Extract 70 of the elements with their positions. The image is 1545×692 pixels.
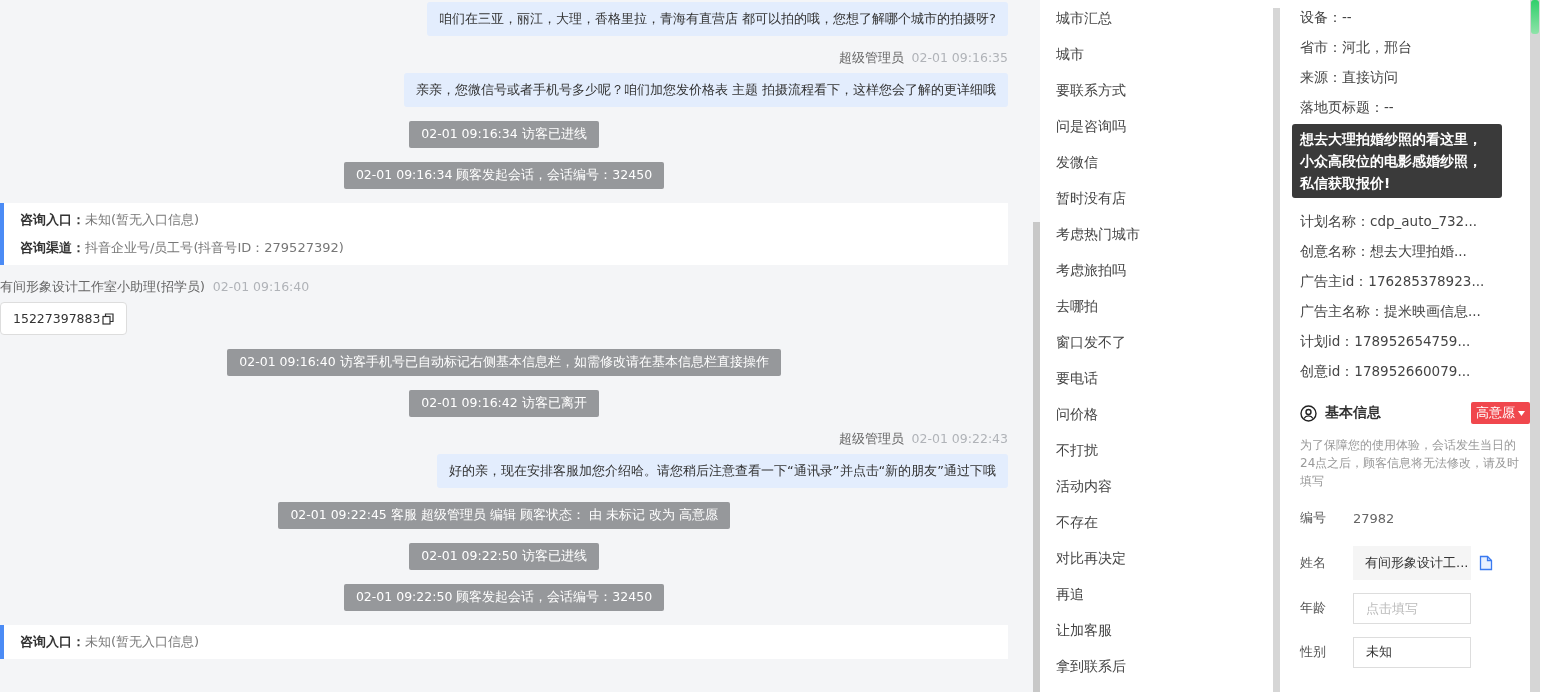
sender-name: 有间形象设计工作室小助理(招学员) (0, 279, 205, 296)
message-time: 02-01 09:22:43 (911, 431, 1008, 448)
quick-reply-item[interactable]: 要联系方式 (1056, 72, 1264, 108)
info-label: 咨询渠道： (20, 240, 85, 255)
quick-reply-item[interactable]: 对比再决定 (1056, 540, 1264, 576)
sender-name: 超级管理员 (838, 50, 904, 67)
detail-row-text: 省市：河北，邢台 (1300, 38, 1413, 57)
user-icon (1300, 404, 1317, 422)
detail-row-text: 落地页标题：-- (1300, 98, 1395, 117)
info-value: 抖音企业号/员工号(抖音号ID：279527392) (85, 240, 344, 255)
system-notice: 02-01 09:16:40 访客手机号已自动标记右侧基本信息栏，如需修改请在基本信息栏直接操作 (227, 349, 781, 376)
quick-reply-item[interactable]: 城市汇总 (1056, 0, 1264, 36)
detail-row-text: 设备：-- (1300, 8, 1353, 27)
message-bubble: 亲亲，您微信号或者手机号多少呢？咱们加您发价格表 主题 拍摄流程看下，这样您会了解的更详细哦 (403, 73, 1008, 107)
phone-number: 15227397883 (13, 311, 101, 326)
quick-reply-item[interactable]: 让加客服 (1056, 612, 1264, 648)
caret-icon (1518, 410, 1525, 416)
info-label: 咨询入口： (20, 634, 85, 649)
quick-reply-item[interactable]: 暂时没有店 (1056, 180, 1264, 216)
info-value: 未知(暂无入口信息) (85, 212, 200, 227)
quick-reply-item[interactable]: 考虑热门城市 (1056, 216, 1264, 252)
scrollbar[interactable] (1530, 0, 1540, 692)
detail-row-text: 计划名称：cdp_auto_732... (1300, 212, 1479, 231)
message-time: 02-01 09:16:40 (212, 279, 310, 296)
detail-row-text: 广告主名称：提米映画信息... (1300, 302, 1482, 321)
field-label: 性别 (1300, 643, 1327, 661)
detail-row-text: 创意名称：想去大理拍婚... (1300, 242, 1468, 261)
detail-row-text: 来源：直接访问 (1300, 68, 1399, 87)
section-title: 基本信息 (1325, 404, 1382, 422)
quick-reply-item[interactable]: 问是咨询吗 (1056, 108, 1264, 144)
system-notice: 02-01 09:22:50 顾客发起会话，会话编号：32450 (343, 584, 665, 611)
detail-row-text: 广告主id：176285378923... (1300, 272, 1486, 291)
field-label: 年龄 (1300, 599, 1327, 617)
tooltip: 想去大理拍婚纱照的看这里，小众高段位的电影感婚纱照，私信获取报价! (1292, 124, 1502, 198)
info-label: 咨询入口： (20, 212, 85, 227)
quick-reply-item[interactable]: 不打扰 (1056, 432, 1264, 468)
notice-text: 为了保障您的使用体验，会话发生当日的24点之后，顾客信息将无法修改，请及时填写 (1300, 437, 1521, 490)
scrollbar[interactable] (1273, 8, 1280, 692)
quick-reply-item[interactable]: 活动内容 (1056, 468, 1264, 504)
intent-tag[interactable]: 高意愿 (1471, 402, 1530, 424)
sender-name: 超级管理员 (838, 431, 904, 448)
quick-reply-item[interactable]: 窗口发不了 (1056, 324, 1264, 360)
detail-row-text: 创意id：178952660079... (1300, 362, 1472, 381)
message-time: 02-01 09:16:35 (911, 50, 1008, 67)
message-bubble: 好的亲，现在安排客服加您介绍哈。请您稍后注意查看一下“通讯录”并点击“新的朋友”通过下哦 (437, 454, 1008, 488)
quick-reply-item[interactable]: 去哪拍 (1056, 288, 1264, 324)
scrollbar[interactable] (1033, 222, 1040, 692)
copy-icon[interactable] (102, 312, 115, 325)
quick-reply-item[interactable]: 要电话 (1056, 360, 1264, 396)
system-notice: 02-01 09:16:34 顾客发起会话，会话编号：32450 (343, 162, 665, 189)
quick-reply-item[interactable]: 发微信 (1056, 144, 1264, 180)
field-label: 姓名 (1300, 554, 1327, 572)
detail-row-text: 计划id：178952654759... (1300, 332, 1472, 351)
quick-reply-item[interactable]: 城市 (1056, 36, 1264, 72)
input-field[interactable]: 点击填写 (1353, 592, 1471, 624)
quick-reply-item[interactable]: 拿到联系后 (1056, 648, 1264, 684)
name-field[interactable]: 有间形象设计工... (1353, 546, 1471, 580)
field-value: 27982 (1353, 510, 1395, 526)
system-notice: 02-01 09:22:50 访客已进线 (409, 543, 599, 570)
quick-reply-item[interactable]: 不存在 (1056, 504, 1264, 540)
system-notice: 02-01 09:16:42 访客已离开 (409, 390, 599, 417)
field-label: 编号 (1300, 509, 1327, 527)
quick-reply-item[interactable]: 再追 (1056, 576, 1264, 612)
quick-reply-item[interactable]: 考虑旅拍吗 (1056, 252, 1264, 288)
info-value: 未知(暂无入口信息) (85, 634, 200, 649)
system-notice: 02-01 09:16:34 访客已进线 (409, 121, 599, 148)
system-notice: 02-01 09:22:45 客服 超级管理员 编辑 顾客状态： 由 未标记 改为 高意愿 (278, 502, 730, 529)
message-bubble: 咱们在三亚，丽江，大理，香格里拉，青海有直营店 都可以拍的哦，您想了解哪个城市的拍摄呀? (426, 2, 1008, 36)
quick-reply-item[interactable]: 问价格 (1056, 396, 1264, 432)
input-field[interactable]: 未知 (1353, 636, 1471, 668)
